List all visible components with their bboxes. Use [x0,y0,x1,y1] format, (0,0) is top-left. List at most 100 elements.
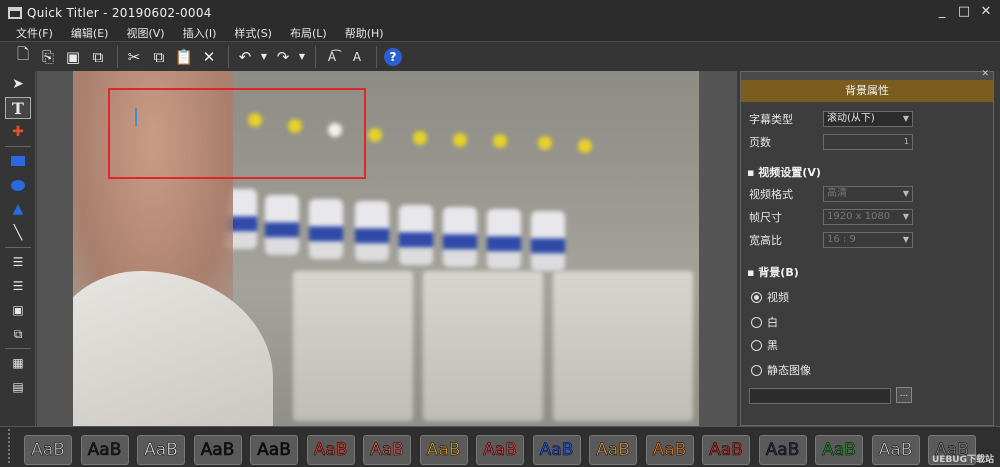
paste-icon[interactable]: 📋 [173,46,195,68]
style-preset[interactable]: AaB [363,435,411,465]
style-preset[interactable]: AaB [589,435,637,465]
chevron-down-icon: ▼ [902,235,909,244]
save-icon[interactable]: ▣ [62,46,84,68]
background-bottle [443,207,477,267]
pages-label: 页数 [749,136,771,149]
style-preset[interactable]: AaB [137,435,185,465]
background-cap [413,131,427,145]
menu-view[interactable]: 视图(V) [126,25,164,41]
panel-title: 背景属性 [741,80,993,102]
save-all-icon[interactable]: ⧉ [87,46,109,68]
style-preset[interactable]: AaB [702,435,750,465]
copy-icon[interactable]: ⧉ [148,46,170,68]
frame-size-select[interactable]: 1920 x 1080 ▼ [823,209,913,225]
layer-order-icon[interactable]: ⧉ [5,323,31,345]
select-tool-icon[interactable]: ➤ [5,73,31,95]
background-bottle [265,195,299,255]
subtitle-type-label: 字幕类型 [749,113,793,126]
radio-white-label: 白 [767,316,778,329]
radio-circle [751,339,762,351]
close-icon[interactable]: ✕ [978,4,994,20]
background-cap [538,136,552,150]
background-shelf [553,271,693,421]
browse-button[interactable]: ... [896,387,912,403]
menu-help[interactable]: 帮助(H) [345,25,384,41]
open-file-icon[interactable]: ⎘ [37,46,59,68]
background-section[interactable]: ▪ 背景(B) [747,264,799,280]
video-format-value: 高清 [827,188,847,199]
menu-layout[interactable]: 布局(L) [290,25,327,41]
background-shelf [423,271,543,421]
align-center-icon[interactable]: ☰ [5,275,31,297]
line-tool-icon[interactable]: ╲ [5,222,31,244]
maximize-icon[interactable]: □ [956,4,972,20]
font-icon[interactable]: A [346,46,368,68]
watermark: UEBUG下载站 [931,455,994,465]
rectangle-tool-icon[interactable] [5,150,31,172]
style-preset[interactable]: AaB [250,435,298,465]
text-tool-icon[interactable]: T [5,97,31,119]
background-cap [493,134,507,148]
background-lab-coat [73,271,273,426]
undo-icon[interactable]: ↶ [234,46,256,68]
style-preset[interactable]: AaB [645,435,694,465]
background-section-label: 背景(B) [758,266,799,279]
delete-icon[interactable]: ✕ [198,46,220,68]
help-icon: ? [384,47,402,66]
redo-icon[interactable]: ↷ [272,46,294,68]
pages-value: 1 [903,137,909,146]
undo-dropdown-icon[interactable]: ▼ [259,46,269,68]
style-preset[interactable]: AaB [80,435,129,465]
center-screen-icon[interactable]: ▣ [5,299,31,321]
style-preset[interactable]: AaB [871,435,920,465]
background-bottle [531,211,565,271]
title-canvas[interactable] [73,71,699,426]
toolbar-separator [315,45,316,68]
triangle-tool-icon[interactable]: ▲ [5,198,31,220]
drag-handle[interactable] [8,429,16,463]
menu-file[interactable]: 文件(F) [16,25,53,41]
text-style-icon[interactable]: A͡ [321,46,343,68]
video-format-select[interactable]: 高清 ▼ [823,186,913,202]
radio-video[interactable]: 视频 [751,289,789,305]
panel-header-strip: ✕ [741,69,993,80]
pages-stepper[interactable]: 1 [823,134,913,150]
style-preset[interactable]: AaB [24,435,72,465]
style-preset[interactable]: AaB [193,435,242,465]
style-preset[interactable]: AaB [419,435,468,465]
cut-icon[interactable]: ✂ [123,46,145,68]
video-settings-section[interactable]: ▪ 视频设置(V) [747,164,821,180]
grid-icon[interactable]: ▦ [5,352,31,374]
text-box-selection[interactable] [108,88,366,179]
redo-dropdown-icon[interactable]: ▼ [297,46,307,68]
radio-circle [751,291,762,303]
style-preset[interactable]: AaB [476,435,524,465]
ellipse-tool-icon[interactable] [5,174,31,196]
style-preset[interactable]: AaB [306,435,355,465]
menu-edit[interactable]: 编辑(E) [71,25,109,41]
aspect-ratio-select[interactable]: 16 : 9 ▼ [823,232,913,248]
radio-white[interactable]: 白 [751,314,778,330]
radio-black[interactable]: 黑 [751,337,778,353]
menu-bar: 文件(F) 编辑(E) 视图(V) 插入(I) 样式(S) 布局(L) 帮助(H… [0,25,1000,41]
style-preset[interactable]: AaB [758,435,807,465]
menu-insert[interactable]: 插入(I) [183,25,217,41]
new-file-icon[interactable]: 🗋 [12,45,34,68]
style-preset[interactable]: AaB [815,435,863,465]
menu-style[interactable]: 样式(S) [234,25,272,41]
image-path-field[interactable] [749,388,891,404]
style-presets-bar: AaB AaB AaB AaB AaB AaB AaB AaB AaB AaB AaB AaB AaB A… [0,426,1000,467]
radio-video-label: 视频 [767,291,789,304]
style-preset[interactable]: AaB [532,435,581,465]
video-format-label: 视频格式 [749,188,793,201]
subtitle-type-select[interactable]: 滚动(从下) ▼ [823,111,913,127]
minimize-icon[interactable]: _ [934,4,950,20]
crop-tool-icon[interactable]: ✚ [5,121,31,143]
safe-area-icon[interactable]: ▤ [5,376,31,398]
align-left-icon[interactable]: ☰ [5,251,31,273]
panel-close-icon[interactable]: ✕ [981,69,989,79]
radio-still-image[interactable]: 静态图像 [751,362,811,378]
help-button[interactable]: ? [382,46,404,68]
title-bar: Quick Titler - 20190602-0004 _ □ ✕ [0,0,1000,25]
main-toolbar: 🗋 ⎘ ▣ ⧉ ✂ ⧉ 📋 ✕ ↶ ▼ ↷ ▼ A͡ A ? [0,41,1000,71]
